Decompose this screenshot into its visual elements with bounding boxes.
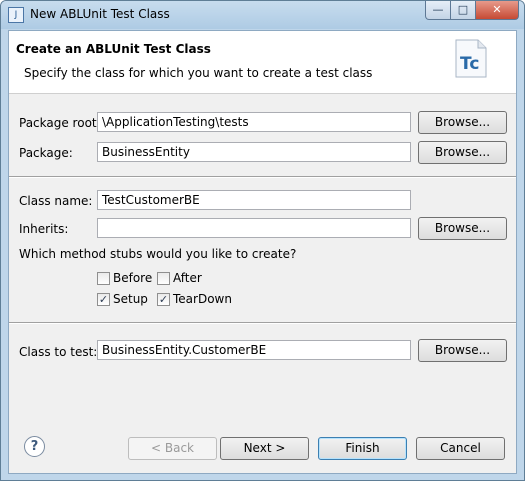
wizard-header: Create an ABLUnit Test Class Specify the… bbox=[9, 31, 516, 94]
help-icon[interactable]: ? bbox=[24, 436, 45, 457]
eclipse-wizard-icon: J bbox=[8, 7, 24, 23]
package-label: Package: bbox=[19, 146, 73, 160]
inherits-field[interactable] bbox=[97, 218, 411, 238]
separator-2 bbox=[9, 322, 516, 324]
class-to-test-browse-button[interactable]: Browse... bbox=[418, 339, 507, 362]
setup-label[interactable]: Setup bbox=[113, 292, 148, 306]
package-root-browse-button[interactable]: Browse... bbox=[418, 111, 507, 134]
inherits-label: Inherits: bbox=[19, 222, 69, 236]
class-name-field[interactable]: TestCustomerBE bbox=[97, 190, 411, 210]
class-name-label: Class name: bbox=[19, 194, 93, 208]
class-to-test-label: Class to test: bbox=[19, 345, 98, 359]
after-label[interactable]: After bbox=[173, 271, 202, 285]
maximize-button[interactable]: □ bbox=[450, 1, 476, 20]
package-field[interactable]: BusinessEntity bbox=[97, 142, 411, 162]
wizard-title: Create an ABLUnit Test Class bbox=[16, 42, 211, 56]
package-root-label: Package root: bbox=[19, 116, 101, 130]
minimize-button[interactable]: — bbox=[425, 1, 451, 20]
cancel-button[interactable]: Cancel bbox=[416, 437, 505, 460]
wizard-description: Specify the class for which you want to … bbox=[24, 66, 373, 80]
setup-checkbox[interactable]: ✓ bbox=[97, 293, 110, 306]
window-title: New ABLUnit Test Class bbox=[30, 7, 170, 21]
finish-button[interactable]: Finish bbox=[318, 437, 407, 460]
title-bar[interactable]: J New ABLUnit Test Class — □ ✕ bbox=[1, 1, 524, 29]
test-class-logo-icon: Tc bbox=[455, 39, 487, 78]
method-stubs-question: Which method stubs would you like to cre… bbox=[19, 247, 297, 261]
inherits-browse-button[interactable]: Browse... bbox=[418, 217, 507, 240]
class-to-test-field[interactable]: BusinessEntity.CustomerBE bbox=[97, 340, 411, 360]
teardown-checkbox[interactable]: ✓ bbox=[157, 293, 170, 306]
teardown-label[interactable]: TearDown bbox=[173, 292, 232, 306]
close-button[interactable]: ✕ bbox=[475, 1, 519, 20]
dialog-client-area: Create an ABLUnit Test Class Specify the… bbox=[8, 30, 517, 474]
package-browse-button[interactable]: Browse... bbox=[418, 141, 507, 164]
package-root-field[interactable]: \ApplicationTesting\tests bbox=[97, 112, 411, 132]
logo-text: Tc bbox=[460, 54, 479, 74]
next-button[interactable]: Next > bbox=[220, 437, 309, 460]
before-checkbox[interactable] bbox=[97, 272, 110, 285]
after-checkbox[interactable] bbox=[157, 272, 170, 285]
back-button[interactable]: < Back bbox=[128, 437, 217, 460]
separator-1 bbox=[9, 176, 516, 178]
before-label[interactable]: Before bbox=[113, 271, 152, 285]
dialog-window: J New ABLUnit Test Class — □ ✕ Create an… bbox=[0, 0, 525, 481]
